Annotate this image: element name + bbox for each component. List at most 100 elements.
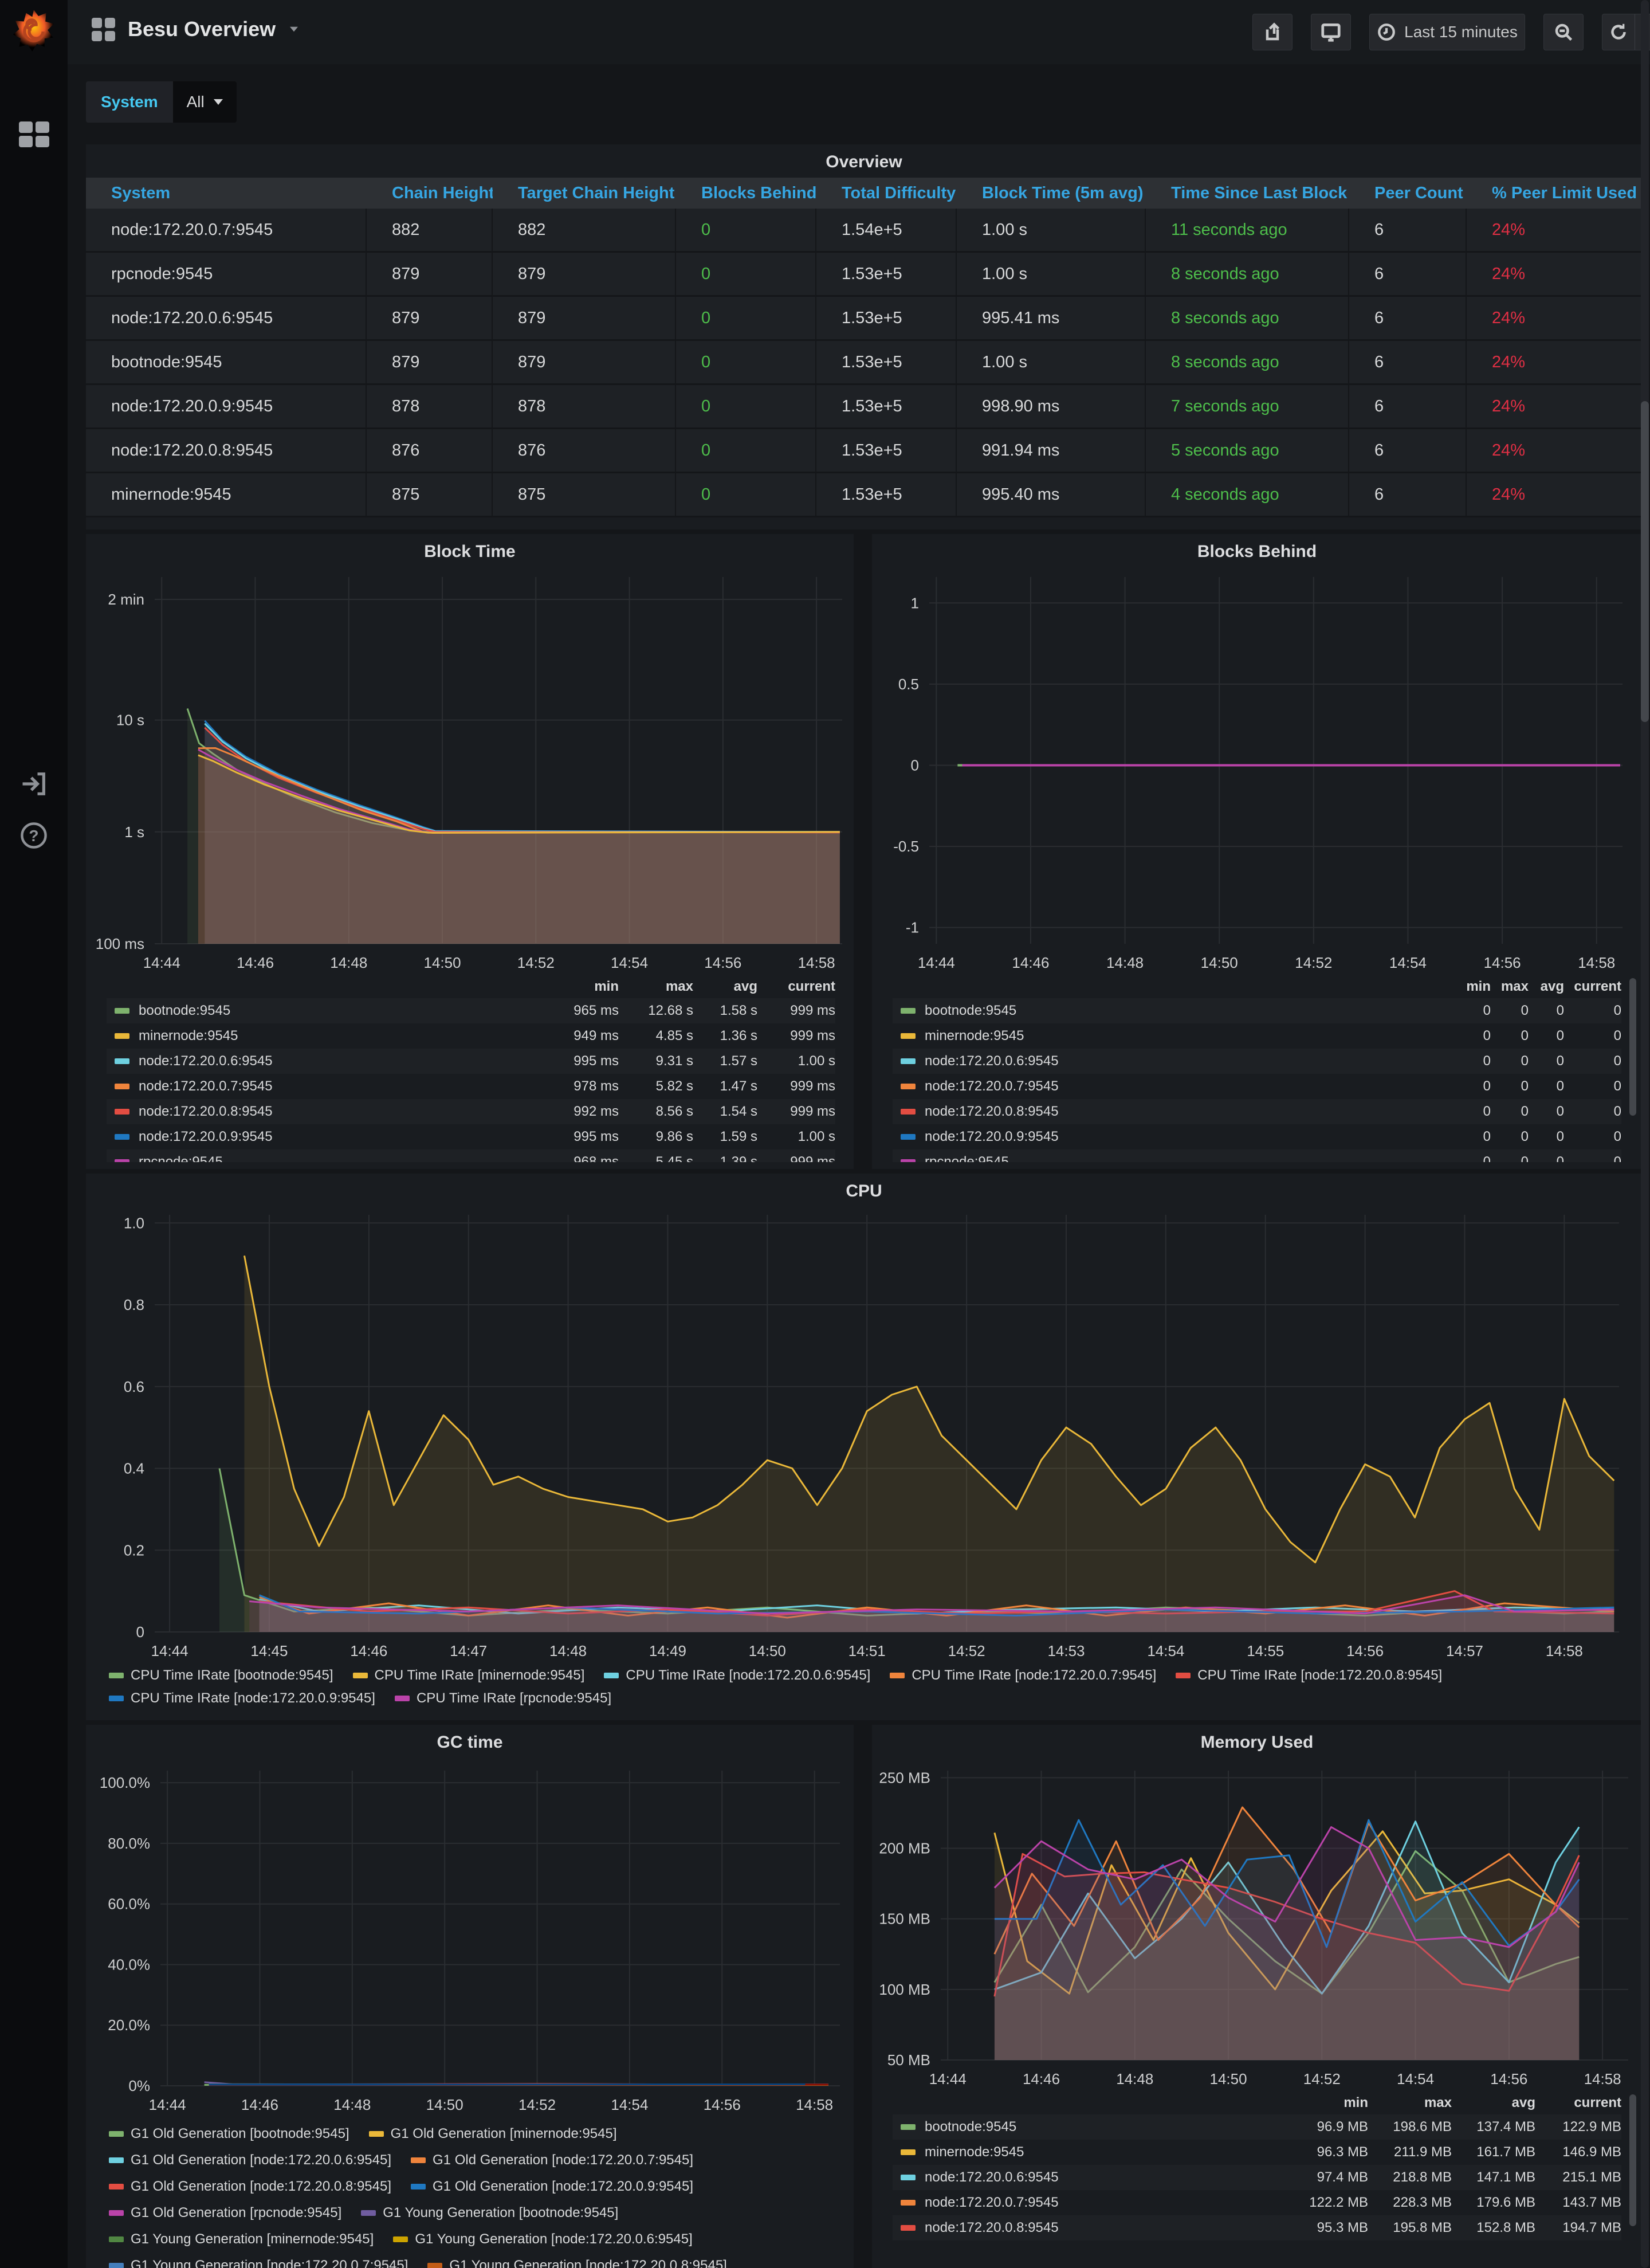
legend-row[interactable]: node:172.20.0.7:9545 122.2 MB 228.3 MB 1… xyxy=(893,2190,1621,2215)
legend-row[interactable]: node:172.20.0.8:9545 95.3 MB 195.8 MB 15… xyxy=(893,2215,1621,2240)
panel-title-block-time[interactable]: Block Time xyxy=(86,542,854,562)
legend-item[interactable]: G1 Young Generation [bootnode:9545] xyxy=(361,2205,618,2221)
legend-row[interactable]: node:172.20.0.6:9545 97.4 MB 218.8 MB 14… xyxy=(893,2165,1621,2190)
legend-item[interactable]: G1 Old Generation [node:172.20.0.6:9545] xyxy=(109,2152,391,2168)
dashboard-title-group[interactable]: Besu Overview xyxy=(92,17,300,41)
legend-header-min[interactable]: min xyxy=(544,979,619,995)
legend-item[interactable]: G1 Old Generation [rpcnode:9545] xyxy=(109,2205,341,2221)
zoom-out-button[interactable] xyxy=(1543,14,1584,50)
legend-item[interactable]: CPU Time IRate [rpcnode:9545] xyxy=(395,1690,611,1706)
column-header[interactable]: Blocks Behind xyxy=(676,178,816,209)
legend-item[interactable]: CPU Time IRate [bootnode:9545] xyxy=(109,1667,333,1684)
legend-item[interactable]: CPU Time IRate [minernode:9545] xyxy=(353,1667,585,1684)
gc-time-graph[interactable]: 14:4414:4614:4814:5014:5214:5414:5614:58… xyxy=(160,1771,840,2086)
blocks-behind-graph[interactable]: 14:4414:4614:4814:5014:5214:5414:5614:58… xyxy=(929,577,1622,944)
legend-header-max[interactable]: max xyxy=(1491,979,1529,995)
help-icon[interactable]: ? xyxy=(19,821,49,850)
cell-block-time: 995.41 ms xyxy=(957,297,1146,339)
legend-row[interactable]: rpcnode:9545 968 ms 5.45 s 1.39 s 999 ms xyxy=(107,1149,835,1162)
legend-item[interactable]: G1 Old Generation [minernode:9545] xyxy=(369,2126,617,2142)
legend-row[interactable]: node:172.20.0.6:9545 995 ms 9.31 s 1.57 … xyxy=(107,1049,835,1074)
variable-value-dropdown[interactable]: All xyxy=(173,81,237,123)
legend-row[interactable]: node:172.20.0.7:9545 0 0 0 0 xyxy=(893,1074,1621,1099)
sign-in-icon[interactable] xyxy=(19,769,49,799)
column-header[interactable]: Total Difficulty xyxy=(816,178,957,209)
legend-row[interactable]: bootnode:9545 965 ms 12.68 s 1.58 s 999 … xyxy=(107,998,835,1023)
variable-value: All xyxy=(187,93,205,111)
refresh-button[interactable] xyxy=(1602,14,1635,50)
legend-header-max[interactable]: max xyxy=(619,979,693,995)
series-color-icon xyxy=(115,1058,129,1064)
legend-item[interactable]: CPU Time IRate [node:172.20.0.6:9545] xyxy=(604,1667,870,1684)
legend-row[interactable]: node:172.20.0.9:9545 0 0 0 0 xyxy=(893,1124,1621,1149)
panel-title-overview[interactable]: Overview xyxy=(86,152,1642,172)
legend-header-min[interactable]: min xyxy=(1284,2095,1368,2111)
legend-row[interactable]: node:172.20.0.8:9545 992 ms 8.56 s 1.54 … xyxy=(107,1099,835,1124)
legend-header-current[interactable]: current xyxy=(757,979,835,995)
legend-item[interactable]: G1 Young Generation [minernode:9545] xyxy=(109,2231,374,2247)
tv-mode-button[interactable] xyxy=(1311,14,1351,50)
cell-time-since-last-block: 8 seconds ago xyxy=(1146,341,1349,383)
legend-row[interactable]: minernode:9545 96.3 MB 211.9 MB 161.7 MB… xyxy=(893,2140,1621,2165)
page-scrollbar-handle[interactable] xyxy=(1641,401,1649,722)
column-header[interactable]: Target Chain Height xyxy=(493,178,676,209)
grafana-logo[interactable] xyxy=(9,7,58,56)
legend-header-current[interactable]: current xyxy=(1564,979,1621,995)
panel-title-blocks-behind[interactable]: Blocks Behind xyxy=(872,542,1642,562)
legend-header-avg[interactable]: avg xyxy=(693,979,757,995)
column-header[interactable]: Block Time (5m avg) xyxy=(957,178,1146,209)
time-range-button[interactable]: Last 15 minutes xyxy=(1369,14,1525,50)
legend-item[interactable]: G1 Young Generation [node:172.20.0.6:954… xyxy=(393,2231,692,2247)
legend-header-avg[interactable]: avg xyxy=(1452,2095,1535,2111)
legend-header-min[interactable]: min xyxy=(1451,979,1491,995)
panel-title-gc-time[interactable]: GC time xyxy=(86,1733,854,1752)
legend-item[interactable]: G1 Old Generation [node:172.20.0.8:9545] xyxy=(109,2179,391,2195)
legend-scrollbar[interactable] xyxy=(1629,2094,1636,2226)
cell-time-since-last-block: 5 seconds ago xyxy=(1146,429,1349,472)
column-header[interactable]: Time Since Last Block xyxy=(1146,178,1349,209)
overview-table-header: SystemChain Height▼Target Chain HeightBl… xyxy=(86,178,1642,209)
panel-memory-used: Memory Used 14:4414:4614:4814:5014:5214:… xyxy=(872,1725,1642,2268)
share-button[interactable] xyxy=(1252,14,1292,50)
cell-total-difficulty: 1.53e+5 xyxy=(816,473,957,516)
block-time-graph[interactable]: 14:4414:4614:4814:5014:5214:5414:5614:58… xyxy=(155,577,842,944)
legend-row[interactable]: minernode:9545 0 0 0 0 xyxy=(893,1023,1621,1049)
svg-text:14:44: 14:44 xyxy=(143,954,180,971)
legend-item[interactable]: G1 Old Generation [node:172.20.0.9:9545] xyxy=(411,2179,693,2195)
column-header[interactable]: System xyxy=(86,178,367,209)
memory-used-graph[interactable]: 14:4414:4614:4814:5014:5214:5414:5614:58… xyxy=(941,1771,1628,2060)
cpu-graph[interactable]: 14:4414:4514:4614:4714:4814:4914:5014:51… xyxy=(155,1215,1619,1632)
legend-row[interactable]: minernode:9545 949 ms 4.85 s 1.36 s 999 … xyxy=(107,1023,835,1049)
svg-text:20.0%: 20.0% xyxy=(108,2016,150,2034)
panel-title-memory-used[interactable]: Memory Used xyxy=(872,1733,1642,1752)
legend-item[interactable]: CPU Time IRate [node:172.20.0.8:9545] xyxy=(1176,1667,1442,1684)
series-color-icon xyxy=(427,2263,442,2268)
column-header[interactable]: % Peer Limit Used xyxy=(1467,178,1639,209)
legend-header-avg[interactable]: avg xyxy=(1529,979,1564,995)
legend-row[interactable]: rpcnode:9545 0 0 0 0 xyxy=(893,1149,1621,1162)
series-color-icon xyxy=(411,2157,426,2163)
svg-text:1: 1 xyxy=(911,594,919,611)
legend-row[interactable]: node:172.20.0.8:9545 0 0 0 0 xyxy=(893,1099,1621,1124)
legend-item[interactable]: G1 Old Generation [bootnode:9545] xyxy=(109,2126,349,2142)
legend-item[interactable]: G1 Old Generation [node:172.20.0.7:9545] xyxy=(411,2152,693,2168)
legend-scrollbar[interactable] xyxy=(1629,978,1636,1116)
cell-target-chain-height: 879 xyxy=(493,253,676,295)
legend-row[interactable]: bootnode:9545 96.9 MB 198.6 MB 137.4 MB … xyxy=(893,2114,1621,2140)
cell-total-difficulty: 1.53e+5 xyxy=(816,253,957,295)
legend-header-current[interactable]: current xyxy=(1535,2095,1621,2111)
dashboards-grid-icon[interactable] xyxy=(19,121,49,151)
legend-item[interactable]: G1 Young Generation [node:172.20.0.7:954… xyxy=(109,2258,408,2268)
legend-row[interactable]: node:172.20.0.9:9545 995 ms 9.86 s 1.59 … xyxy=(107,1124,835,1149)
legend-item[interactable]: G1 Young Generation [node:172.20.0.8:954… xyxy=(427,2258,726,2268)
dashboard-title[interactable]: Besu Overview xyxy=(128,17,276,41)
panel-title-cpu[interactable]: CPU xyxy=(86,1182,1642,1201)
legend-row[interactable]: node:172.20.0.6:9545 0 0 0 0 xyxy=(893,1049,1621,1074)
legend-item[interactable]: CPU Time IRate [node:172.20.0.7:9545] xyxy=(890,1667,1156,1684)
column-header[interactable]: Chain Height▼ xyxy=(367,178,493,209)
legend-header-max[interactable]: max xyxy=(1368,2095,1452,2111)
legend-row[interactable]: node:172.20.0.7:9545 978 ms 5.82 s 1.47 … xyxy=(107,1074,835,1099)
column-header[interactable]: Peer Count xyxy=(1349,178,1467,209)
legend-item[interactable]: CPU Time IRate [node:172.20.0.9:9545] xyxy=(109,1690,375,1706)
legend-row[interactable]: bootnode:9545 0 0 0 0 xyxy=(893,998,1621,1023)
